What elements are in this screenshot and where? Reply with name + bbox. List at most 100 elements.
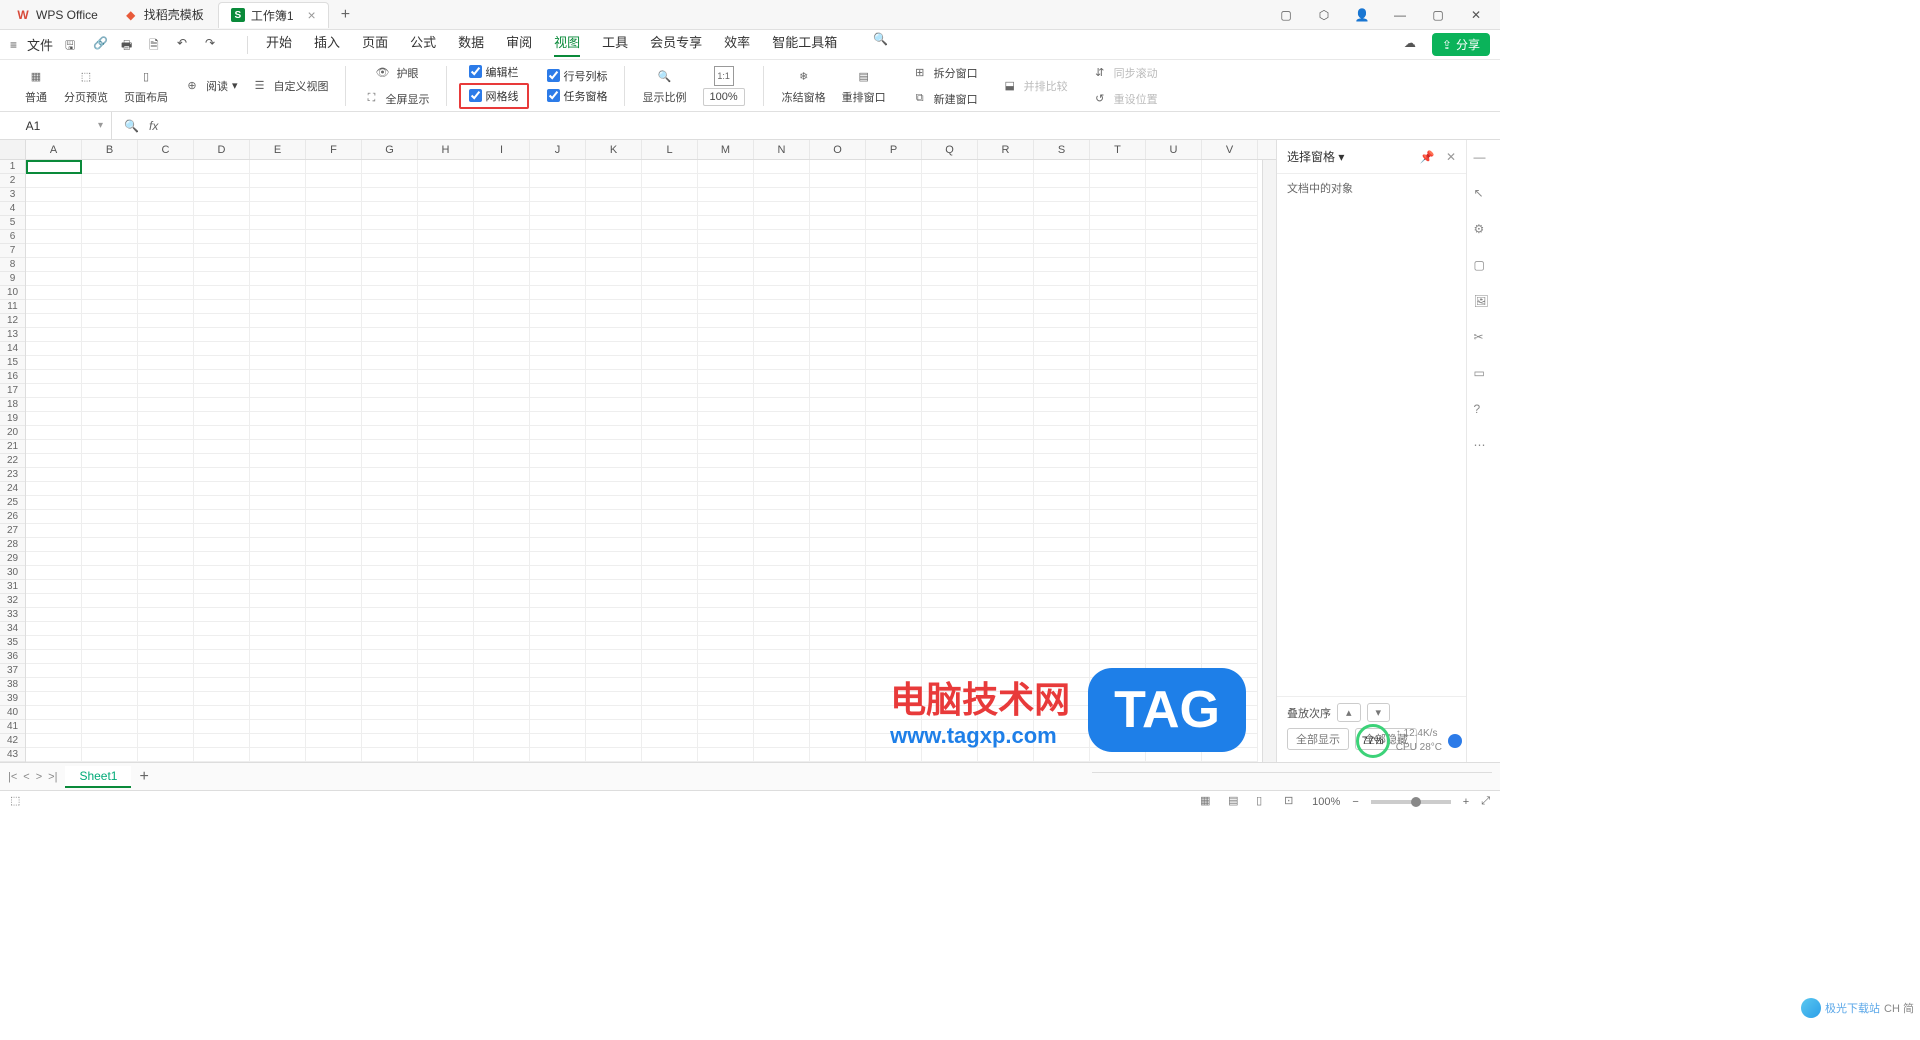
column-header[interactable]: O [810, 140, 866, 159]
move-up-button[interactable]: ▴ [1337, 703, 1361, 722]
row-header[interactable]: 15 [0, 356, 25, 370]
tab-review[interactable]: 审阅 [506, 32, 532, 57]
task-pane-checkbox[interactable]: 任务窗格 [543, 87, 612, 105]
row-header[interactable]: 33 [0, 608, 25, 622]
custom-view-button[interactable]: ☰ 自定义视图 [246, 74, 333, 98]
panel-toggle-icon[interactable]: ▢ [1274, 3, 1298, 27]
fx-icon[interactable]: fx [149, 119, 158, 133]
row-header[interactable]: 32 [0, 594, 25, 608]
column-header[interactable]: R [978, 140, 1034, 159]
row-header[interactable]: 27 [0, 524, 25, 538]
tab-tools[interactable]: 工具 [602, 32, 628, 57]
freeze-panes-button[interactable]: ❄ 冻结窗格 [776, 65, 832, 107]
column-header[interactable]: L [642, 140, 698, 159]
settings-icon[interactable]: ⚙ [1474, 222, 1494, 242]
page-preview-button[interactable]: ⬚ 分页预览 [58, 65, 114, 107]
select-all-corner[interactable] [0, 140, 26, 159]
cloud-icon[interactable]: ☁ [1404, 36, 1422, 54]
checkbox[interactable] [469, 65, 482, 78]
tab-workbook[interactable]: S 工作簿1 × [218, 2, 329, 28]
eye-protect-button[interactable]: 👁 护眼 [369, 61, 423, 85]
row-header[interactable]: 7 [0, 244, 25, 258]
tab-member[interactable]: 会员专享 [650, 32, 702, 57]
name-box-wrap[interactable]: A1 ▾ [0, 112, 112, 139]
row-header[interactable]: 11 [0, 300, 25, 314]
status-left-icon[interactable]: ⬚ [10, 794, 26, 810]
row-header[interactable]: 13 [0, 328, 25, 342]
column-header[interactable]: V [1202, 140, 1258, 159]
tab-start[interactable]: 开始 [266, 32, 292, 57]
horizontal-scrollbar[interactable] [1092, 772, 1492, 782]
row-header[interactable]: 26 [0, 510, 25, 524]
minimize-button[interactable]: — [1388, 3, 1412, 27]
zoom-button[interactable]: 🔍 显示比例 [637, 65, 693, 107]
normal-view-button[interactable]: ▦ 普通 [18, 65, 54, 107]
tab-page[interactable]: 页面 [362, 32, 388, 57]
cube-icon[interactable]: ⬡ [1312, 3, 1336, 27]
row-header[interactable]: 18 [0, 398, 25, 412]
chevron-down-icon[interactable]: ▾ [1338, 150, 1344, 164]
row-header[interactable]: 19 [0, 412, 25, 426]
tools-icon[interactable]: ✂ [1474, 330, 1494, 350]
zoom-100-button[interactable]: 1:1 100% [697, 64, 751, 108]
tab-data[interactable]: 数据 [458, 32, 484, 57]
print-icon[interactable]: 🖶 [121, 36, 139, 54]
row-header[interactable]: 3 [0, 188, 25, 202]
view-reading-icon[interactable]: ⊡ [1284, 794, 1300, 810]
tab-docer[interactable]: ◆ 找稻壳模板 [112, 2, 216, 28]
maximize-button[interactable]: ▢ [1426, 3, 1450, 27]
row-header[interactable]: 14 [0, 342, 25, 356]
zoom-fx-icon[interactable]: 🔍 [124, 119, 139, 133]
checkbox[interactable] [547, 89, 560, 102]
tab-wps-office[interactable]: W WPS Office [4, 2, 110, 28]
row-header[interactable]: 25 [0, 496, 25, 510]
row-header[interactable]: 43 [0, 748, 25, 762]
tablet-icon[interactable]: ▭ [1474, 366, 1494, 386]
row-header[interactable]: 6 [0, 230, 25, 244]
help-icon[interactable]: ? [1474, 402, 1494, 422]
edit-bar-checkbox[interactable]: 编辑栏 [465, 63, 523, 81]
zoom-display[interactable]: 100% [1312, 796, 1340, 808]
add-sheet-button[interactable]: + [139, 768, 148, 786]
spreadsheet-grid[interactable]: ABCDEFGHIJKLMNOPQRSTUV 12345678910111213… [0, 140, 1276, 762]
new-window-button[interactable]: ⧉ 新建窗口 [906, 87, 982, 111]
image-icon[interactable]: 🖼 [1474, 294, 1494, 314]
zoom-in-icon[interactable]: + [1463, 796, 1469, 808]
formula-input[interactable] [168, 119, 1488, 133]
row-header[interactable]: 28 [0, 538, 25, 552]
next-sheet-icon[interactable]: > [36, 771, 42, 783]
reading-mode-button[interactable]: ⊕ 阅读 ▾ [178, 74, 242, 98]
row-header[interactable]: 24 [0, 482, 25, 496]
row-header[interactable]: 8 [0, 258, 25, 272]
new-tab-button[interactable]: + [331, 6, 360, 24]
row-header[interactable]: 12 [0, 314, 25, 328]
chevron-down-icon[interactable]: ▾ [98, 120, 103, 131]
cursor-icon[interactable]: ↖ [1474, 186, 1494, 206]
row-header[interactable]: 9 [0, 272, 25, 286]
row-header[interactable]: 29 [0, 552, 25, 566]
checkbox[interactable] [469, 89, 482, 102]
page-layout-button[interactable]: ▯ 页面布局 [118, 65, 174, 107]
row-header[interactable]: 31 [0, 580, 25, 594]
last-sheet-icon[interactable]: >| [48, 771, 57, 783]
row-header[interactable]: 41 [0, 720, 25, 734]
column-header[interactable]: M [698, 140, 754, 159]
column-header[interactable]: D [194, 140, 250, 159]
row-header[interactable]: 38 [0, 678, 25, 692]
gridlines-checkbox[interactable]: 网格线 [465, 87, 523, 105]
close-button[interactable]: ✕ [1464, 3, 1488, 27]
more-icon[interactable]: ⋯ [1474, 438, 1494, 458]
column-header[interactable]: I [474, 140, 530, 159]
row-header[interactable]: 5 [0, 216, 25, 230]
row-col-label-checkbox[interactable]: 行号列标 [543, 67, 612, 85]
column-header[interactable]: Q [922, 140, 978, 159]
tab-insert[interactable]: 插入 [314, 32, 340, 57]
row-header[interactable]: 39 [0, 692, 25, 706]
first-sheet-icon[interactable]: |< [8, 771, 17, 783]
hamburger-icon[interactable]: ≡ [10, 38, 17, 52]
print-preview-icon[interactable]: 🗎 [149, 36, 167, 54]
column-header[interactable]: F [306, 140, 362, 159]
row-header[interactable]: 22 [0, 454, 25, 468]
column-header[interactable]: E [250, 140, 306, 159]
column-header[interactable]: P [866, 140, 922, 159]
